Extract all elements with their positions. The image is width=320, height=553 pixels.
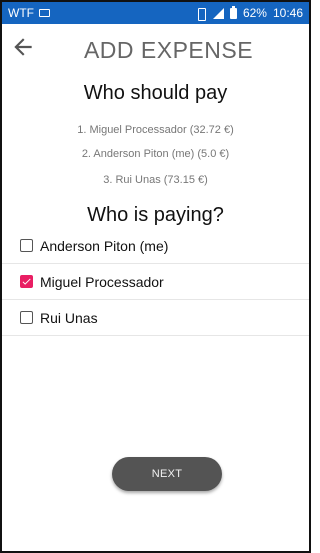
payer-option-miguel[interactable]: Miguel Processador — [2, 264, 309, 300]
status-left: WTF — [8, 6, 50, 20]
owed-list-item: 1. Miguel Processador (32.72 €) — [77, 124, 234, 136]
payer-label: Miguel Processador — [40, 273, 164, 290]
battery-percent: 62% — [242, 6, 267, 20]
who-should-pay-heading: Who should pay — [83, 82, 228, 104]
checkbox-checked-icon[interactable] — [20, 275, 33, 288]
sim-card-icon — [39, 9, 50, 17]
checkbox-unchecked-icon[interactable] — [20, 311, 33, 324]
payer-label: Anderson Piton (me) — [40, 237, 169, 254]
payer-list: Anderson Piton (me) Miguel Processador R… — [2, 228, 309, 336]
payer-option-rui[interactable]: Rui Unas — [2, 300, 309, 336]
carrier-label: WTF — [8, 6, 34, 20]
signal-icon — [212, 7, 224, 19]
owed-list-item: 2. Anderson Piton (me) (5.0 €) — [81, 148, 230, 160]
vibrate-icon — [195, 7, 207, 21]
checkbox-unchecked-icon[interactable] — [20, 239, 33, 252]
payer-option-anderson[interactable]: Anderson Piton (me) — [2, 228, 309, 264]
clock: 10:46 — [272, 6, 303, 20]
payer-label: Rui Unas — [40, 309, 98, 326]
who-is-paying-heading: Who is paying? — [87, 204, 224, 226]
status-bar: WTF 62% 10:46 — [2, 2, 309, 24]
app-bar: ADD EXPENSE — [2, 24, 309, 72]
next-button[interactable]: NEXT — [112, 457, 222, 491]
page-title: ADD EXPENSE — [83, 37, 254, 63]
owed-list-item: 3. Rui Unas (73.15 €) — [103, 174, 208, 186]
status-right: 62% 10:46 — [195, 5, 303, 21]
battery-icon — [229, 5, 237, 19]
app-screen: WTF 62% 10:46 ADD EXPENSE Who should pay… — [0, 0, 311, 553]
